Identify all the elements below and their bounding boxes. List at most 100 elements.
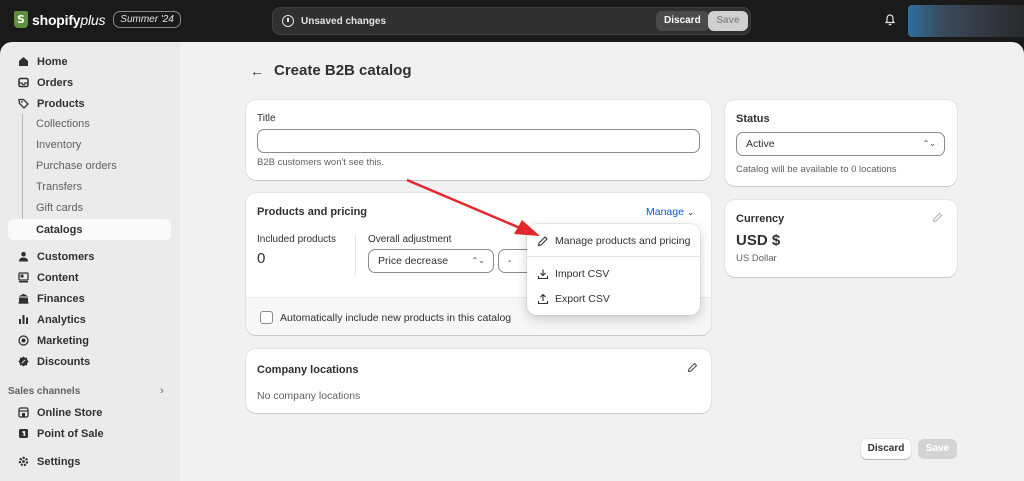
sidebar-item-label: Marketing — [37, 334, 89, 347]
account-menu[interactable] — [908, 5, 1024, 37]
home-icon — [19, 57, 28, 66]
status-select[interactable]: Active ⌃⌄ — [736, 132, 945, 156]
download-icon — [537, 269, 549, 280]
sidebar-subitem-catalogs[interactable]: Catalogs — [8, 219, 171, 240]
target-icon — [18, 335, 29, 346]
menu-item-label: Manage products and pricing — [555, 235, 691, 247]
alert-circle-icon — [282, 15, 294, 27]
manage-link[interactable]: Manage ⌄ — [646, 206, 694, 218]
page-header: ← Create B2B catalog — [250, 62, 412, 79]
brand-plus: plus — [80, 11, 106, 28]
included-products-value: 0 — [257, 250, 266, 267]
sidebar-subitem-gift-cards[interactable]: Gift cards — [36, 198, 83, 219]
status-card: Status Active ⌃⌄ Catalog will be availab… — [725, 100, 957, 186]
sidebar-item-label: Catalogs — [36, 223, 83, 236]
title-input[interactable] — [257, 129, 700, 153]
menu-item-export-csv[interactable]: Export CSV — [537, 290, 610, 308]
sidebar-item-finances[interactable]: Finances — [8, 288, 171, 309]
sidebar: Home Orders Products Collections Invento… — [0, 42, 180, 481]
sidebar-item-label: Discounts — [37, 355, 91, 368]
sidebar-subitem-transfers[interactable]: Transfers — [36, 177, 82, 198]
sidebar-subitem-collections[interactable]: Collections — [36, 114, 90, 135]
adjustment-type-select[interactable]: Price decrease ⌃⌄ — [368, 249, 494, 273]
sidebar-item-label: Settings — [37, 455, 81, 468]
included-products-label: Included products — [257, 234, 336, 245]
brand-name: shopify — [32, 11, 81, 28]
title-label: Title — [257, 113, 276, 124]
pencil-icon — [537, 236, 548, 247]
gear-icon — [18, 456, 29, 467]
adjustment-type-value: Price decrease — [378, 255, 449, 267]
menu-item-import-csv[interactable]: Import CSV — [537, 265, 609, 283]
status-help-text: Catalog will be available to 0 locations — [736, 164, 897, 175]
currency-code: USD $ — [736, 232, 781, 249]
auto-include-checkbox[interactable] — [260, 311, 273, 324]
currency-card: Currency USD $ US Dollar — [725, 200, 957, 277]
select-chevron-icon: ⌃⌄ — [922, 139, 936, 148]
menu-divider — [527, 256, 700, 257]
sidebar-item-products[interactable]: Products — [8, 93, 171, 114]
divider — [355, 235, 356, 275]
discard-button[interactable]: Discard — [861, 439, 911, 459]
adjustment-value: - — [508, 255, 512, 267]
discard-button-top[interactable]: Discard — [656, 11, 709, 31]
sidebar-item-orders[interactable]: Orders — [8, 72, 171, 93]
person-icon — [19, 251, 28, 262]
shopify-plus-logo[interactable]: shopifyplus Summer '24 — [14, 11, 181, 28]
bank-icon — [18, 293, 29, 304]
sidebar-item-customers[interactable]: Customers — [8, 246, 171, 267]
content-icon — [18, 272, 29, 283]
bar-chart-icon — [19, 315, 28, 324]
sidebar-subitem-inventory[interactable]: Inventory — [36, 135, 81, 156]
upload-icon — [537, 293, 549, 305]
menu-item-manage-products[interactable]: Manage products and pricing — [537, 232, 690, 250]
currency-title: Currency — [736, 213, 785, 225]
store-icon — [18, 407, 29, 418]
unsaved-changes-bar: Unsaved changes Discard Save — [272, 7, 751, 35]
sidebar-item-label: Online Store — [37, 406, 103, 419]
select-chevron-icon: ⌃⌄ — [471, 256, 485, 265]
sidebar-item-content[interactable]: Content — [8, 267, 171, 288]
sales-channels-label[interactable]: Sales channels — [8, 386, 80, 397]
company-locations-card: Company locations No company locations — [246, 349, 711, 413]
pencil-icon[interactable] — [932, 212, 943, 223]
bell-icon[interactable] — [884, 14, 896, 26]
pos-icon — [19, 429, 28, 438]
status-title: Status — [736, 113, 770, 125]
sidebar-item-home[interactable]: Home — [8, 51, 171, 72]
page-title: Create B2B catalog — [274, 62, 412, 79]
sidebar-subitem-purchase-orders[interactable]: Purchase orders — [36, 156, 117, 177]
sidebar-item-analytics[interactable]: Analytics — [8, 309, 171, 330]
sidebar-item-label: Orders — [37, 76, 74, 89]
chevron-right-icon[interactable]: › — [160, 385, 164, 397]
products-pricing-title: Products and pricing — [257, 206, 368, 218]
menu-item-label: Export CSV — [555, 293, 610, 305]
edition-badge[interactable]: Summer '24 — [113, 11, 181, 28]
discount-icon — [18, 356, 29, 367]
sidebar-item-online-store[interactable]: Online Store — [8, 402, 171, 423]
save-button[interactable]: Save — [918, 439, 957, 459]
overall-adjustment-label: Overall adjustment — [368, 234, 452, 245]
unsaved-changes-text: Unsaved changes — [301, 16, 387, 27]
tag-icon — [18, 98, 29, 109]
manage-dropdown-menu: Manage products and pricing Import CSV E… — [527, 224, 700, 315]
sidebar-item-settings[interactable]: Settings — [8, 451, 171, 472]
sidebar-item-label: Products — [37, 97, 85, 110]
top-bar: shopifyplus Summer '24 Unsaved changes D… — [0, 0, 1024, 42]
sidebar-item-label: Finances — [37, 292, 85, 305]
sidebar-item-label: Home — [37, 55, 68, 68]
no-locations-text: No company locations — [257, 390, 361, 402]
sidebar-item-point-of-sale[interactable]: Point of Sale — [8, 423, 171, 444]
company-locations-title: Company locations — [257, 364, 359, 376]
title-card: Title B2B customers won't see this. — [246, 100, 711, 180]
sidebar-item-discounts[interactable]: Discounts — [8, 351, 171, 372]
inbox-icon — [18, 77, 29, 88]
shopify-bag-icon — [14, 11, 28, 28]
arrow-left-icon[interactable]: ← — [250, 63, 264, 79]
sidebar-item-marketing[interactable]: Marketing — [8, 330, 171, 351]
title-help-text: B2B customers won't see this. — [257, 157, 384, 168]
chevron-down-icon: ⌄ — [686, 207, 695, 217]
pencil-icon[interactable] — [687, 362, 698, 373]
sidebar-item-label: Point of Sale — [37, 427, 104, 440]
save-button-top[interactable]: Save — [708, 11, 748, 31]
